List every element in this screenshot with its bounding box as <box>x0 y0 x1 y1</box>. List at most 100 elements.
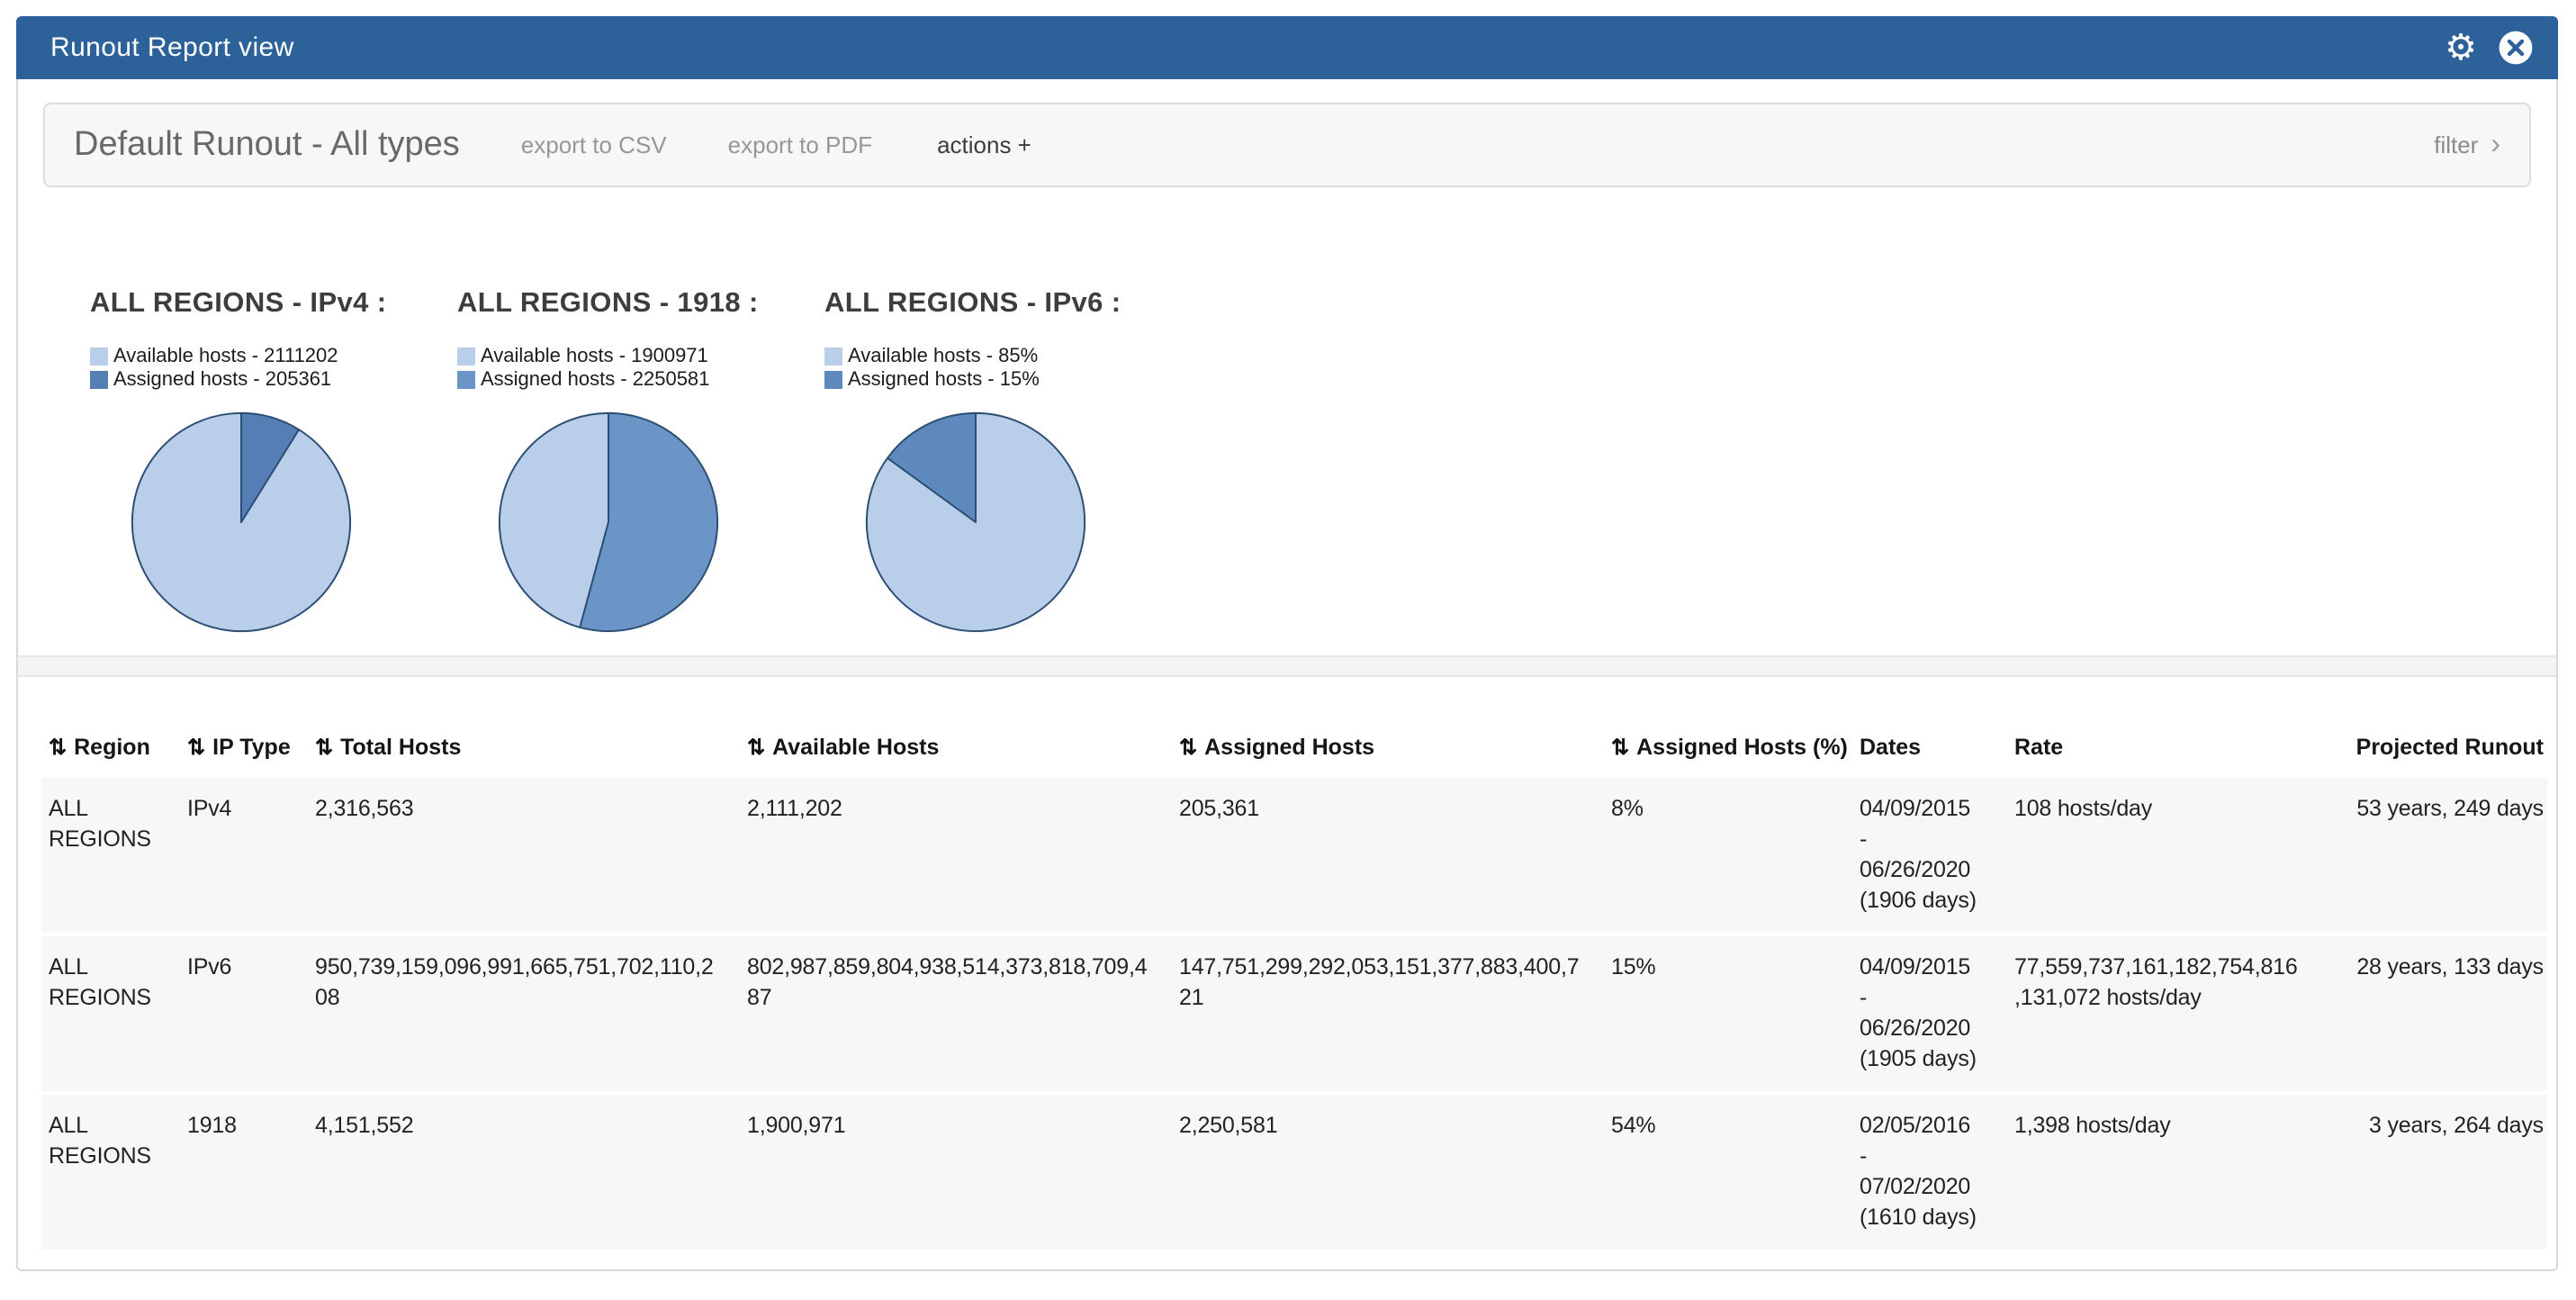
chart-legend: Available hosts - 85%Assigned hosts - 15… <box>824 344 1192 391</box>
pie-chart-group-1918: ALL REGIONS - 1918 : Available hosts - 1… <box>457 288 824 637</box>
table-body: ALL REGIONSIPv42,316,5632,111,202205,361… <box>41 776 2547 1250</box>
column-label: IP Type <box>212 735 291 760</box>
pie-chart-group-ipv6: ALL REGIONS - IPv6 : Available hosts - 8… <box>824 288 1192 637</box>
legend-label: Assigned hosts - 15% <box>848 368 1040 390</box>
chart-title: ALL REGIONS - IPv4 : <box>90 288 457 320</box>
cell-available-hosts: 2,111,202 <box>740 776 1172 934</box>
title-bar-icons: ⚙ <box>2445 29 2535 67</box>
cell-available-hosts: 802,987,859,804,938,514,373,818,709,487 <box>740 934 1172 1093</box>
legend-item: Available hosts - 1900971 <box>457 344 824 367</box>
column-label: Total Hosts <box>340 735 461 760</box>
gear-icon[interactable]: ⚙ <box>2445 30 2477 66</box>
column-label: Dates <box>1860 735 1921 760</box>
chart-title: ALL REGIONS - 1918 : <box>457 288 824 320</box>
column-header-assigned-hosts[interactable]: ⇅ Assigned Hosts (%) <box>1604 717 1852 776</box>
cell-assigned-hosts-pct: 54% <box>1604 1093 1852 1250</box>
dates-line: 06/26/2020 <box>1860 1014 1993 1044</box>
report-title: Default Runout - All types <box>74 125 460 165</box>
stage: Runout Report view ⚙ Default Runout - Al… <box>0 0 2576 1300</box>
legend-item: Assigned hosts - 205361 <box>90 367 457 391</box>
cell-assigned-hosts: 147,751,299,292,053,151,377,883,400,721 <box>1172 934 1604 1093</box>
sort-icon[interactable]: ⇅ <box>187 735 205 760</box>
filter-button[interactable]: filter › <box>2434 131 2500 159</box>
column-header-region[interactable]: ⇅ Region <box>41 717 180 776</box>
column-header-rate: Rate <box>2007 717 2313 776</box>
table-row: ALL REGIONSIPv42,316,5632,111,202205,361… <box>41 776 2547 934</box>
pie-chart <box>860 407 1091 637</box>
cell-region: ALL REGIONS <box>41 1093 180 1250</box>
legend-item: Available hosts - 85% <box>824 344 1192 367</box>
dates-line: 04/09/2015 <box>1860 794 1993 825</box>
cell-projected-runout: 28 years, 133 days <box>2313 934 2547 1093</box>
column-label: Region <box>74 735 150 760</box>
cell-region: ALL REGIONS <box>41 776 180 934</box>
column-header-assigned-hosts[interactable]: ⇅ Assigned Hosts <box>1172 717 1604 776</box>
chart-title: ALL REGIONS - IPv6 : <box>824 288 1192 320</box>
pie-chart <box>126 407 356 637</box>
column-header-ip-type[interactable]: ⇅ IP Type <box>180 717 308 776</box>
dates-line: (1610 days) <box>1860 1203 1993 1233</box>
table-header-row: ⇅ Region ⇅ IP Type ⇅ Total Hosts ⇅ Available Ho… <box>41 717 2547 776</box>
chart-legend: Available hosts - 2111202Assigned hosts … <box>90 344 457 391</box>
cell-total-hosts: 950,739,159,096,991,665,751,702,110,208 <box>308 934 740 1093</box>
legend-item: Assigned hosts - 2250581 <box>457 367 824 391</box>
cell-dates: 04/09/2015-06/26/2020(1905 days) <box>1852 934 2007 1093</box>
column-header-projected-runout: Projected Runout <box>2313 717 2547 776</box>
cell-assigned-hosts-pct: 8% <box>1604 776 1852 934</box>
cell-assigned-hosts: 205,361 <box>1172 776 1604 934</box>
column-header-available-hosts[interactable]: ⇅ Available Hosts <box>740 717 1172 776</box>
sort-icon[interactable]: ⇅ <box>315 735 333 760</box>
column-label: Assigned Hosts (%) <box>1636 735 1848 760</box>
dates-line: 06/26/2020 <box>1860 855 1993 886</box>
separator-strip <box>18 655 2556 677</box>
cell-available-hosts: 1,900,971 <box>740 1093 1172 1250</box>
cell-rate: 1,398 hosts/day <box>2007 1093 2313 1250</box>
legend-swatch <box>824 370 842 388</box>
cell-rate: 77,559,737,161,182,754,816,131,072 hosts… <box>2007 934 2313 1093</box>
export-csv-button[interactable]: export to CSV <box>521 131 667 158</box>
table-row: ALL REGIONS19184,151,5521,900,9712,250,5… <box>41 1093 2547 1250</box>
dates-line: 04/09/2015 <box>1860 952 1993 983</box>
cell-dates: 02/05/2016-07/02/2020(1610 days) <box>1852 1093 2007 1250</box>
chevron-right-icon: › <box>2490 131 2500 159</box>
legend-label: Assigned hosts - 205361 <box>113 368 331 390</box>
report-toolbar: Default Runout - All types export to CSV… <box>43 103 2531 187</box>
legend-item: Assigned hosts - 15% <box>824 367 1192 391</box>
dates-line: - <box>1860 825 1993 855</box>
legend-swatch <box>457 347 475 365</box>
sort-icon[interactable]: ⇅ <box>747 735 765 760</box>
column-label: Projected Runout <box>2356 735 2544 760</box>
cell-projected-runout: 53 years, 249 days <box>2313 776 2547 934</box>
column-label: Assigned Hosts <box>1204 735 1374 760</box>
dates-line: (1906 days) <box>1860 886 1993 916</box>
legend-swatch <box>457 370 475 388</box>
pie-wrap <box>126 407 356 637</box>
pie-wrap <box>860 407 1091 637</box>
export-pdf-button[interactable]: export to PDF <box>728 131 872 158</box>
legend-label: Available hosts - 85% <box>848 345 1038 366</box>
sort-icon[interactable]: ⇅ <box>49 735 67 760</box>
close-icon[interactable] <box>2497 29 2535 67</box>
legend-swatch <box>824 347 842 365</box>
pie-wrap <box>493 407 724 637</box>
legend-label: Available hosts - 1900971 <box>481 345 708 366</box>
cell-total-hosts: 4,151,552 <box>308 1093 740 1250</box>
cell-projected-runout: 3 years, 264 days <box>2313 1093 2547 1250</box>
cell-dates: 04/09/2015-06/26/2020(1906 days) <box>1852 776 2007 934</box>
sort-icon[interactable]: ⇅ <box>1611 735 1629 760</box>
dates-line: 07/02/2020 <box>1860 1172 1993 1203</box>
pie-chart-group-ipv4: ALL REGIONS - IPv4 : Available hosts - 2… <box>90 288 457 637</box>
column-label: Available Hosts <box>772 735 939 760</box>
cell-region: ALL REGIONS <box>41 934 180 1093</box>
column-header-total-hosts[interactable]: ⇅ Total Hosts <box>308 717 740 776</box>
charts-section: ALL REGIONS - IPv4 : Available hosts - 2… <box>18 288 2556 637</box>
sort-icon[interactable]: ⇅ <box>1179 735 1197 760</box>
runout-report-window: Runout Report view ⚙ Default Runout - Al… <box>16 16 2558 1271</box>
cell-ip-type: IPv6 <box>180 934 308 1093</box>
legend-swatch <box>90 347 108 365</box>
dates-line: - <box>1860 1142 1993 1172</box>
table-row: ALL REGIONSIPv6950,739,159,096,991,665,7… <box>41 934 2547 1093</box>
legend-swatch <box>90 370 108 388</box>
column-label: Rate <box>2014 735 2063 760</box>
actions-button[interactable]: actions + <box>937 131 1031 158</box>
